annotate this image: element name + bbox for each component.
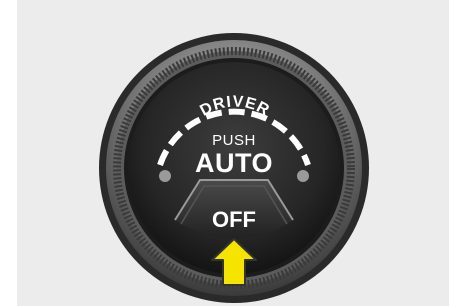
right-indicator-dot (297, 170, 309, 182)
off-label[interactable]: OFF (212, 207, 256, 233)
push-label: PUSH (212, 132, 256, 149)
left-indicator-dot (159, 170, 171, 182)
auto-label[interactable]: AUTO (195, 148, 273, 179)
